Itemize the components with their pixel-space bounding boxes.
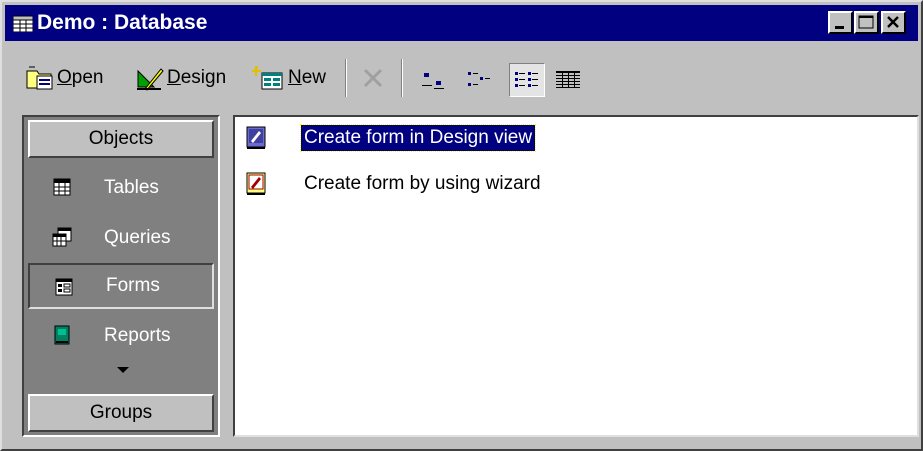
list-item-design-view[interactable]: Create form in Design view xyxy=(243,121,537,155)
delete-x-icon xyxy=(363,68,383,88)
open-button[interactable]: Open xyxy=(25,59,103,97)
objects-item-queries[interactable]: Queries xyxy=(28,215,214,261)
scroll-down-arrow-icon[interactable] xyxy=(117,367,129,373)
window-title: Demo : Database xyxy=(37,11,208,34)
objects-item-label: Reports xyxy=(104,325,171,346)
close-icon xyxy=(887,16,899,28)
report-icon xyxy=(54,325,70,345)
details-view-icon xyxy=(556,71,580,88)
design-form-icon xyxy=(246,126,266,149)
toolbar-separator xyxy=(401,59,403,97)
design-label: Design xyxy=(167,67,227,88)
title-bar[interactable]: Demo : Database xyxy=(5,5,918,41)
small-icons-view-button[interactable] xyxy=(461,63,497,97)
wizard-form-icon xyxy=(246,172,266,195)
objects-item-label: Forms xyxy=(106,275,160,296)
small-icons-view-icon xyxy=(468,72,490,86)
form-icon xyxy=(55,278,73,296)
list-item-wizard[interactable]: Create form by using wizard xyxy=(243,167,544,201)
maximize-icon xyxy=(858,15,874,29)
design-icon xyxy=(137,68,164,91)
maximize-button[interactable] xyxy=(854,11,879,34)
delete-button[interactable] xyxy=(360,59,386,97)
list-view-icon xyxy=(515,72,538,87)
table-icon xyxy=(53,178,71,196)
list-item-label: Create form in Design view xyxy=(299,124,537,152)
groups-label: Groups xyxy=(89,402,153,423)
list-view-button[interactable] xyxy=(509,63,545,97)
object-list: Create form in Design view Create form b… xyxy=(233,115,919,437)
list-item-label: Create form by using wizard xyxy=(304,173,541,194)
objects-item-label: Queries xyxy=(104,227,171,248)
new-label: New xyxy=(288,67,327,88)
objects-item-reports[interactable]: Reports xyxy=(28,313,214,359)
objects-item-forms[interactable]: Forms xyxy=(28,263,214,309)
large-icons-view-button[interactable] xyxy=(417,63,453,97)
objects-group-button[interactable]: Objects xyxy=(28,120,214,158)
open-label: Open xyxy=(57,67,104,88)
close-button[interactable] xyxy=(881,11,906,34)
database-window: Demo : Database Open Design New Objects … xyxy=(0,0,923,451)
toolbar-separator xyxy=(345,59,347,97)
minimize-button[interactable] xyxy=(828,11,853,34)
new-button[interactable]: New xyxy=(252,59,326,97)
groups-button[interactable]: Groups xyxy=(28,394,214,432)
objects-item-label: Tables xyxy=(104,177,159,198)
objects-bar: Objects Tables Queries Forms Reports Gro… xyxy=(22,115,220,437)
toolbar: Open Design New xyxy=(5,51,918,111)
objects-item-tables[interactable]: Tables xyxy=(28,165,214,211)
design-button[interactable]: Design xyxy=(135,59,226,97)
minimize-icon xyxy=(835,26,844,29)
query-icon xyxy=(52,227,72,247)
database-icon xyxy=(13,15,33,32)
open-form-icon xyxy=(26,66,53,90)
objects-group-label: Objects xyxy=(88,128,154,149)
new-icon xyxy=(252,66,283,90)
large-icons-view-icon xyxy=(422,73,444,89)
details-view-button[interactable] xyxy=(550,63,586,97)
